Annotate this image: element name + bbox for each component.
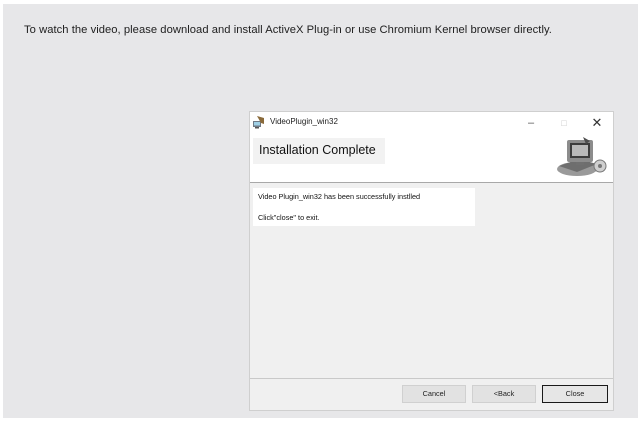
minimize-button[interactable]: – bbox=[520, 114, 542, 132]
title-bar[interactable]: VideoPlugin_win32 – □ ✕ bbox=[250, 112, 613, 134]
success-message: Video Plugin_win32 has been successfully… bbox=[258, 192, 421, 201]
plugin-notice-text: To watch the video, please download and … bbox=[24, 24, 552, 36]
back-button[interactable]: <Back bbox=[472, 385, 536, 403]
exit-instruction: Click"close" to exit. bbox=[258, 213, 320, 222]
computer-setup-icon bbox=[553, 136, 609, 178]
window-close-button[interactable]: ✕ bbox=[586, 114, 608, 132]
wizard-header: Installation Complete bbox=[250, 134, 613, 182]
installer-app-icon bbox=[252, 115, 266, 129]
maximize-button[interactable]: □ bbox=[553, 114, 575, 132]
window-title: VideoPlugin_win32 bbox=[270, 117, 338, 126]
cancel-button[interactable]: Cancel bbox=[402, 385, 466, 403]
page-background: To watch the video, please download and … bbox=[3, 4, 638, 418]
header-title-box: Installation Complete bbox=[253, 138, 385, 164]
close-button[interactable]: Close bbox=[542, 385, 608, 403]
header-divider bbox=[250, 182, 613, 183]
footer-divider bbox=[250, 378, 613, 379]
header-title: Installation Complete bbox=[259, 143, 376, 157]
installer-window: VideoPlugin_win32 – □ ✕ Installation Com… bbox=[249, 111, 614, 411]
